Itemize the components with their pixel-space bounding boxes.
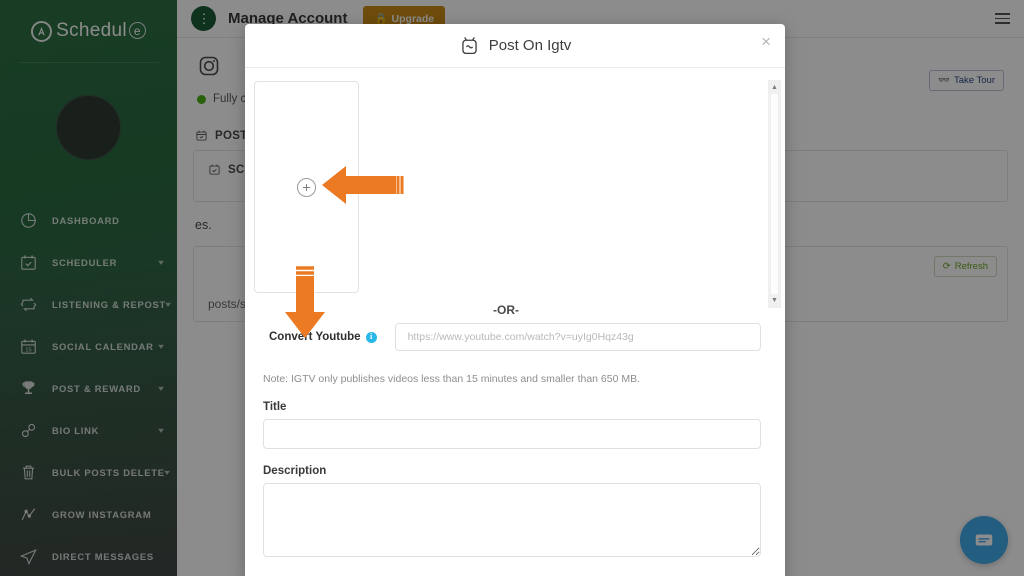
or-separator: -OR- xyxy=(493,303,519,317)
title-input[interactable] xyxy=(263,419,761,449)
youtube-url-input[interactable] xyxy=(394,323,761,351)
description-field-label: Description xyxy=(263,465,327,477)
convert-youtube-row: Convert Youtube i xyxy=(251,323,761,351)
modal-title: Post On Igtv xyxy=(488,37,572,54)
modal-title-group: Post On Igtv xyxy=(459,35,572,56)
info-icon[interactable]: i xyxy=(365,331,377,343)
igtv-note-text: Note: IGTV only publishes videos less th… xyxy=(263,373,641,385)
modal-header: Post On Igtv × xyxy=(245,24,785,68)
upload-row: + xyxy=(251,81,761,293)
modal-scrollbar[interactable]: ▲ ▼ xyxy=(768,80,781,308)
igtv-icon xyxy=(459,35,480,56)
convert-youtube-text: Convert Youtube xyxy=(269,331,361,343)
plus-icon[interactable]: + xyxy=(297,177,316,197)
video-upload-dropzone[interactable]: + xyxy=(254,81,359,293)
post-on-igtv-modal: Post On Igtv × + -OR- Convert Youtube i … xyxy=(245,24,785,576)
modal-body: + -OR- Convert Youtube i Note: IGTV only… xyxy=(245,68,785,576)
scroll-down-icon[interactable]: ▼ xyxy=(769,294,780,307)
title-field-label: Title xyxy=(263,401,287,413)
scroll-up-icon[interactable]: ▲ xyxy=(769,81,780,94)
convert-youtube-label[interactable]: Convert Youtube i xyxy=(269,331,377,343)
description-textarea[interactable] xyxy=(263,483,761,557)
close-icon[interactable]: × xyxy=(761,33,771,50)
scrollbar-thumb[interactable] xyxy=(770,94,779,294)
